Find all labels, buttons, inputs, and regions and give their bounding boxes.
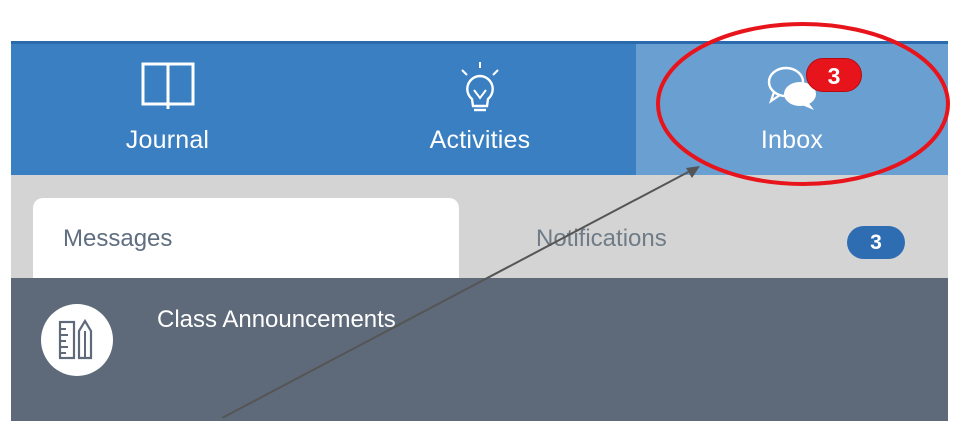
app-window: Journal Activities Inbox Messages Notifi… — [11, 41, 948, 421]
nav-item-inbox[interactable]: Inbox — [636, 44, 948, 175]
tab-messages[interactable]: Messages — [33, 198, 459, 279]
nav-label-activities: Activities — [429, 126, 531, 154]
avatar — [41, 304, 113, 376]
message-list: Class Announcements — [11, 278, 948, 421]
notifications-count-badge: 3 — [847, 226, 905, 259]
message-title: Class Announcements — [157, 306, 396, 333]
nav-label-inbox: Inbox — [760, 126, 824, 154]
inbox-unread-badge: 3 — [806, 58, 862, 92]
tab-messages-label: Messages — [63, 225, 173, 252]
lightbulb-icon — [448, 60, 512, 121]
ruler-pencil-icon — [58, 318, 93, 360]
inbox-tabs: Messages Notifications 3 — [11, 175, 948, 279]
nav-item-journal[interactable]: Journal — [11, 44, 324, 175]
book-icon — [136, 60, 200, 115]
tab-notifications[interactable]: Notifications 3 — [459, 198, 948, 279]
nav-item-activities[interactable]: Activities — [324, 44, 636, 175]
top-nav: Journal Activities Inbox — [11, 44, 948, 175]
nav-label-journal: Journal — [125, 126, 210, 154]
tab-notifications-label: Notifications — [536, 225, 667, 252]
